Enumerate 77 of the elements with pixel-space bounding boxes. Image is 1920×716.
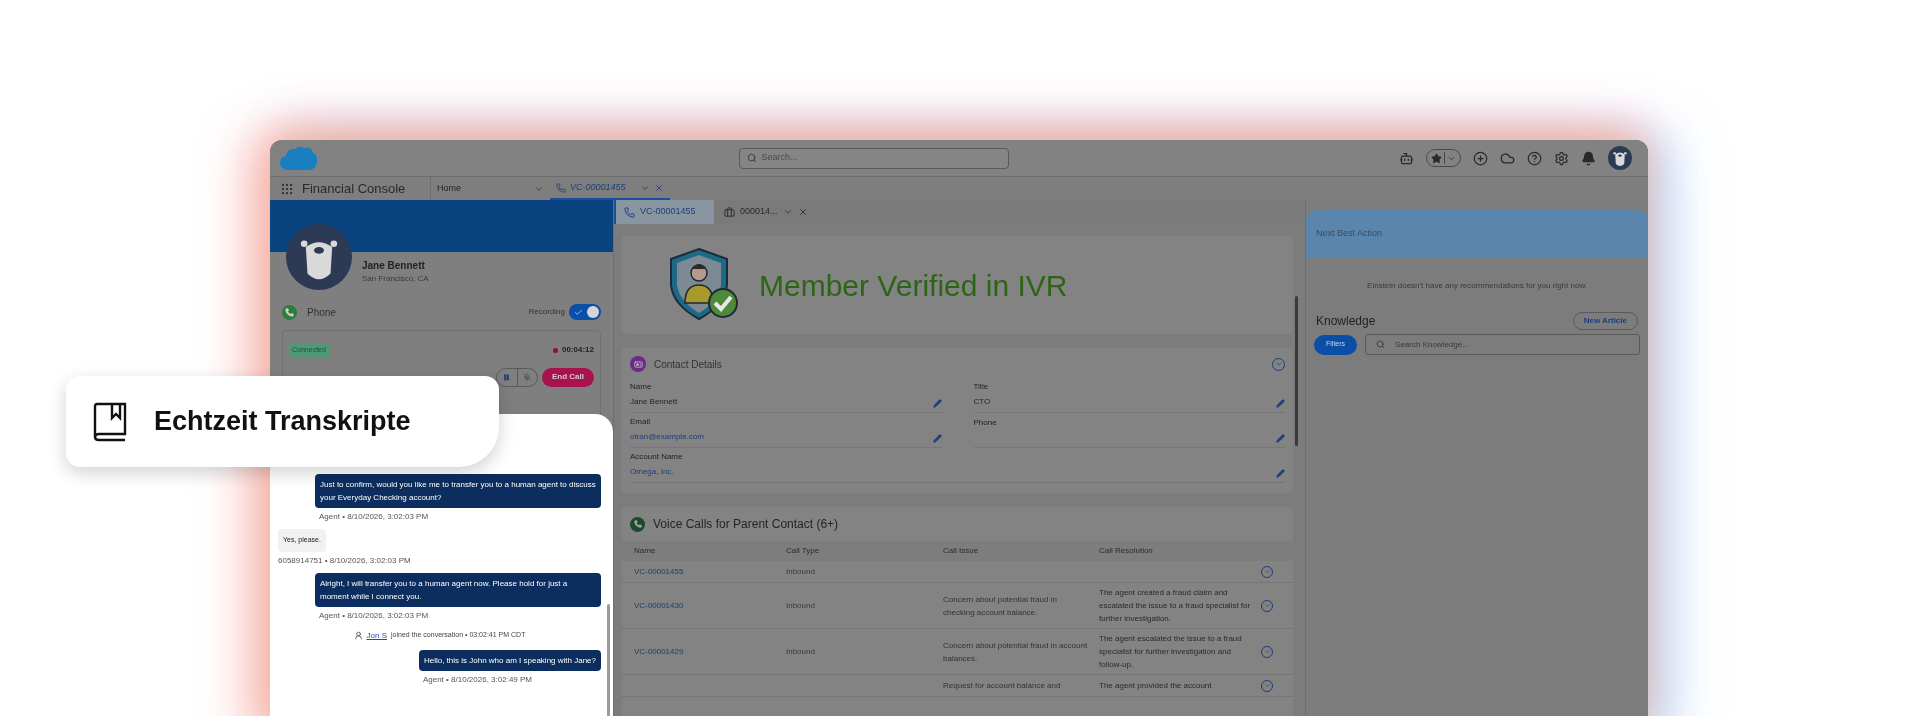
phone-icon	[624, 206, 635, 218]
field-link[interactable]: otran@example.com	[630, 431, 933, 443]
pause-icon	[503, 373, 511, 381]
section-title: Knowledge	[1316, 313, 1376, 330]
chevron-icon	[783, 207, 793, 217]
user-link[interactable]: Jon S	[366, 629, 388, 642]
message-meta: Agent • 8/10/2026, 3:02:03 PM	[319, 609, 429, 622]
message-meta: 6058914751 • 8/10/2026, 3:02:03 PM	[278, 554, 411, 567]
edit-icon[interactable]	[1276, 434, 1285, 443]
check-icon	[574, 307, 583, 317]
close-icon[interactable]	[798, 207, 808, 217]
edit-icon[interactable]	[932, 434, 942, 443]
agent-message: Alright, I will transfer you to a human agent now. Please hold for just a moment while I connect you.	[315, 572, 601, 607]
star-icon	[1431, 152, 1442, 164]
card-title: Contact Details	[654, 357, 722, 372]
table-cell: The agent provided the account	[1099, 681, 1212, 690]
recording-label: Recording	[528, 306, 565, 318]
app-name: Financial Console	[302, 179, 406, 198]
cloud-icon[interactable]	[1500, 150, 1515, 166]
user-icon	[353, 631, 363, 640]
phone-icon	[556, 182, 566, 193]
phone-icon	[282, 304, 297, 320]
table-cell: The agent created a fraud claim and escalated the issue to a fraud specialist for further investigation.	[1099, 588, 1251, 623]
field-value: CTO	[973, 396, 992, 408]
card-title: Voice Calls for Parent Contact (6+)	[653, 516, 839, 533]
field-label: Phone	[973, 417, 998, 429]
record-link[interactable]: VC-00001455	[634, 567, 684, 576]
field-value: Jane Bennett	[630, 396, 679, 408]
agent-message: Hello, this is John who am I speaking with Jane?	[418, 649, 601, 671]
notifications-icon[interactable]	[1581, 150, 1596, 166]
table-cell: Concern about potential fraud in account balances.	[943, 640, 1088, 663]
column-header: Call Issue	[943, 545, 980, 557]
search-icon	[1376, 340, 1386, 349]
agent-message: Just to confirm, would you like me to transfer you to a human agent to discuss your Everyday Checking account?	[315, 474, 601, 508]
robot-icon[interactable]	[1399, 150, 1414, 166]
contact-location: San Francisco, CA	[362, 272, 429, 285]
message-meta: Agent • 8/10/2026, 3:02:49 PM	[422, 673, 532, 686]
table-cell: Concern about potential fraud in checking account balance.	[943, 594, 1057, 617]
end-call-button[interactable]: End Call	[542, 367, 594, 387]
record-link[interactable]: VC-00001429	[634, 647, 684, 656]
field-label: Name	[630, 381, 653, 393]
recording-toggle[interactable]	[569, 304, 601, 320]
callout-label: Echtzeit Transkripte	[154, 405, 411, 439]
edit-icon[interactable]	[932, 399, 942, 408]
contact-card-icon	[630, 356, 646, 372]
record-tab[interactable]: 000014...	[716, 200, 816, 224]
close-icon[interactable]	[654, 182, 664, 193]
briefcase-icon	[724, 206, 735, 218]
record-link[interactable]: VC-00001430	[634, 601, 684, 610]
contact-avatar	[286, 224, 352, 290]
bookmark-book-icon	[92, 401, 128, 442]
app-launcher-icon[interactable]	[280, 181, 294, 196]
column-header: Call Type	[786, 545, 821, 557]
user-avatar	[1608, 146, 1632, 170]
table-cell: The agent escalated the issue to a fraud specialist for further investigation and follow-up.	[1099, 634, 1242, 669]
edit-icon[interactable]	[1276, 469, 1285, 478]
field-label: Title	[973, 381, 990, 393]
message-meta: Agent • 8/10/2026, 3:02:03 PM	[319, 511, 429, 523]
column-header: Call Resolution	[1099, 545, 1154, 557]
field-link[interactable]: Omega, Inc.	[630, 466, 1276, 478]
verification-text: Member Verified in IVR	[759, 267, 1068, 304]
call-timer: 00:04:12	[561, 344, 594, 357]
mic-off-icon	[523, 373, 532, 381]
table-cell: Request for account balance and	[943, 681, 1061, 690]
record-tab[interactable]: VC-00001455	[614, 200, 714, 224]
column-header: Name	[634, 545, 657, 557]
section-title: Next Best Action	[1316, 227, 1383, 241]
add-icon[interactable]	[1473, 150, 1488, 166]
edit-icon[interactable]	[1276, 399, 1285, 408]
field-label: Email	[630, 416, 651, 428]
help-icon[interactable]	[1527, 150, 1542, 166]
search-icon	[746, 153, 757, 163]
settings-icon[interactable]	[1554, 150, 1569, 166]
phone-icon	[630, 516, 645, 532]
contact-name: Jane Bennett	[362, 258, 426, 273]
field-label: Account Name	[630, 451, 684, 463]
channel-label: Phone	[307, 305, 336, 320]
